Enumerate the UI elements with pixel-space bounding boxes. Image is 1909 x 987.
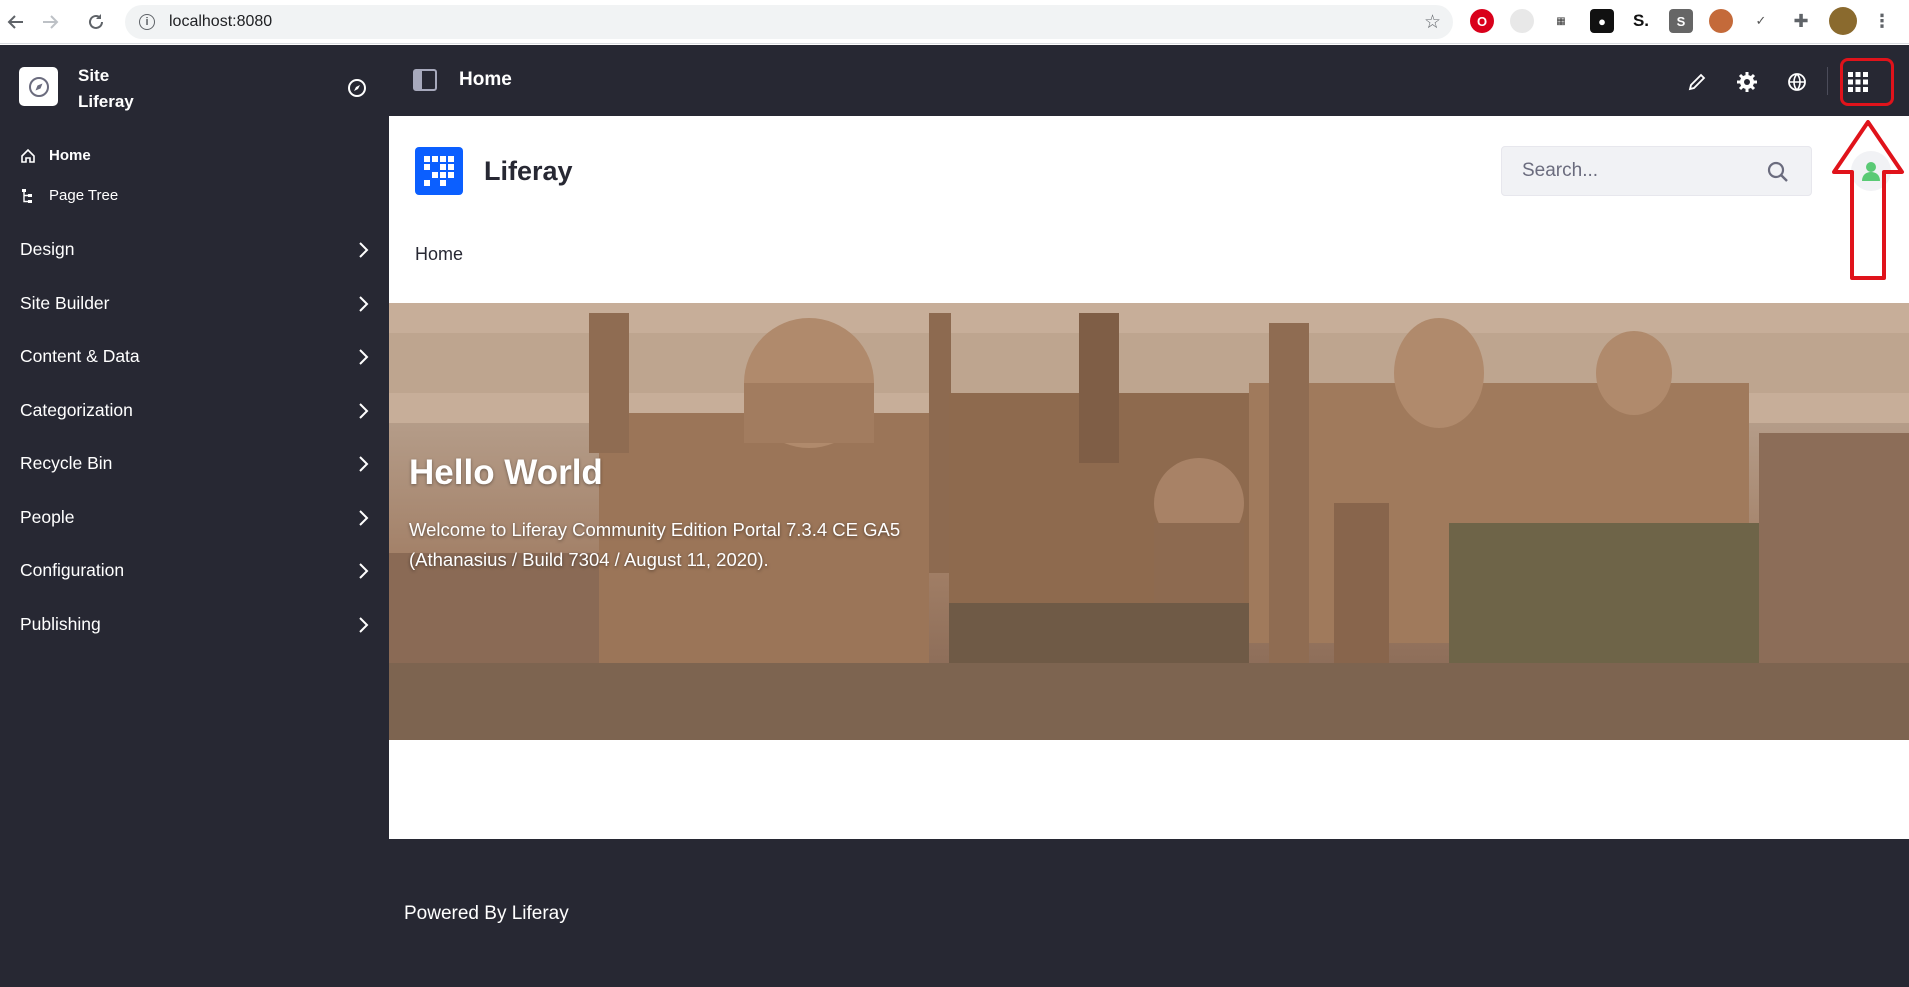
site-brand-name[interactable]: Liferay — [484, 156, 573, 187]
reload-icon[interactable] — [80, 6, 112, 38]
footer-powered-by: Powered By Liferay — [404, 903, 569, 924]
simulation-globe-icon[interactable] — [1785, 70, 1809, 94]
sidebar-category-design[interactable]: Design — [20, 239, 370, 260]
page-title: Home — [459, 69, 512, 90]
extension-check-icon[interactable]: ✓ — [1749, 9, 1773, 33]
sidebar-category-site-builder[interactable]: Site Builder — [20, 293, 370, 314]
sidebar-category-categorization[interactable]: Categorization — [20, 400, 370, 421]
site-logo[interactable] — [19, 67, 58, 106]
annotation-up-arrow-icon — [1832, 120, 1904, 280]
breadcrumb[interactable]: Home — [415, 244, 463, 265]
hero-description: Welcome to Liferay Community Edition Por… — [409, 519, 901, 570]
hero-title: Hello World — [409, 453, 603, 492]
search-input[interactable]: Search... — [1501, 146, 1812, 196]
sidebar-category-content-data[interactable]: Content & Data — [20, 346, 370, 367]
compass-icon — [28, 76, 49, 97]
hero-banner: Hello World Welcome to Liferay Community… — [389, 303, 1909, 740]
sidebar-category-people[interactable]: People — [20, 507, 370, 528]
sidebar-category-label: People — [20, 507, 75, 527]
back-icon[interactable] — [0, 6, 32, 38]
extension-dark-icon[interactable]: ● — [1590, 9, 1614, 33]
site-selector-compass-icon[interactable] — [347, 78, 367, 103]
bookmark-star-icon[interactable]: ☆ — [1424, 11, 1441, 34]
chevron-right-icon — [359, 455, 369, 472]
product-menu-toggle-icon[interactable] — [413, 69, 437, 96]
sidebar-category-recycle-bin[interactable]: Recycle Bin — [20, 453, 370, 474]
liferay-logo[interactable] — [415, 147, 463, 195]
page-tree-icon — [22, 188, 32, 203]
site-info-icon[interactable]: i — [139, 14, 155, 30]
profile-avatar-icon[interactable] — [1829, 7, 1857, 35]
site-footer: Powered By Liferay — [389, 839, 1909, 987]
sidebar-item-label: Home — [49, 147, 91, 164]
puzzle-extensions-icon[interactable]: ✚ — [1789, 9, 1813, 33]
sidebar-item-label: Page Tree — [49, 187, 119, 204]
gear-icon[interactable] — [1735, 70, 1759, 94]
sidebar-category-label: Categorization — [20, 400, 133, 420]
site-name-line2: Liferay — [78, 92, 134, 111]
sidebar-category-label: Configuration — [20, 560, 125, 580]
control-menu-divider — [1827, 67, 1828, 95]
sidebar-category-label: Recycle Bin — [20, 453, 113, 473]
site-name: Site Liferay — [78, 63, 134, 115]
chevron-right-icon — [359, 509, 369, 526]
extension-s-icon[interactable]: S. — [1629, 9, 1653, 33]
chrome-menu-icon[interactable]: ⋮ — [1870, 9, 1894, 33]
search-placeholder: Search... — [1522, 160, 1599, 181]
sidebar-category-label: Publishing — [20, 614, 101, 634]
opera-extension-icon[interactable]: O — [1470, 9, 1494, 33]
chevron-right-icon — [359, 295, 369, 312]
chevron-right-icon — [359, 402, 369, 419]
address-bar[interactable]: i localhost:8080 ☆ — [125, 5, 1453, 39]
home-icon — [21, 148, 35, 163]
chevron-right-icon — [359, 241, 369, 258]
browser-toolbar: i localhost:8080 ☆ O ▦ ● S. S ✓ ✚ ⋮ — [0, 0, 1909, 44]
forward-icon[interactable] — [34, 6, 66, 38]
control-menu: Home — [389, 45, 1909, 116]
product-menu-sidebar: Site Liferay Home Page Tree Design Site … — [0, 45, 389, 987]
sidebar-category-publishing[interactable]: Publishing — [20, 614, 370, 635]
edit-pencil-icon[interactable] — [1685, 70, 1709, 94]
chevron-right-icon — [359, 348, 369, 365]
sidebar-item-page-tree[interactable]: Page Tree — [20, 187, 118, 204]
extension-face-icon[interactable] — [1709, 9, 1733, 33]
sidebar-category-label: Design — [20, 239, 75, 259]
url-text: localhost:8080 — [169, 13, 273, 30]
site-name-line1: Site — [78, 66, 110, 85]
site-page: Liferay Search... Home Hello World Welco… — [389, 116, 1909, 839]
extension-circle-icon[interactable] — [1510, 9, 1534, 33]
extension-s-box-icon[interactable]: S — [1669, 9, 1693, 33]
chevron-right-icon — [359, 616, 369, 633]
sidebar-item-home[interactable]: Home — [20, 147, 91, 164]
sidebar-category-configuration[interactable]: Configuration — [20, 560, 370, 581]
sidebar-category-label: Site Builder — [20, 293, 110, 313]
annotation-highlight-box — [1840, 58, 1894, 106]
chevron-right-icon — [359, 562, 369, 579]
sidebar-category-label: Content & Data — [20, 346, 140, 366]
search-icon[interactable] — [1767, 161, 1789, 189]
extension-grid-icon[interactable]: ▦ — [1549, 9, 1573, 33]
